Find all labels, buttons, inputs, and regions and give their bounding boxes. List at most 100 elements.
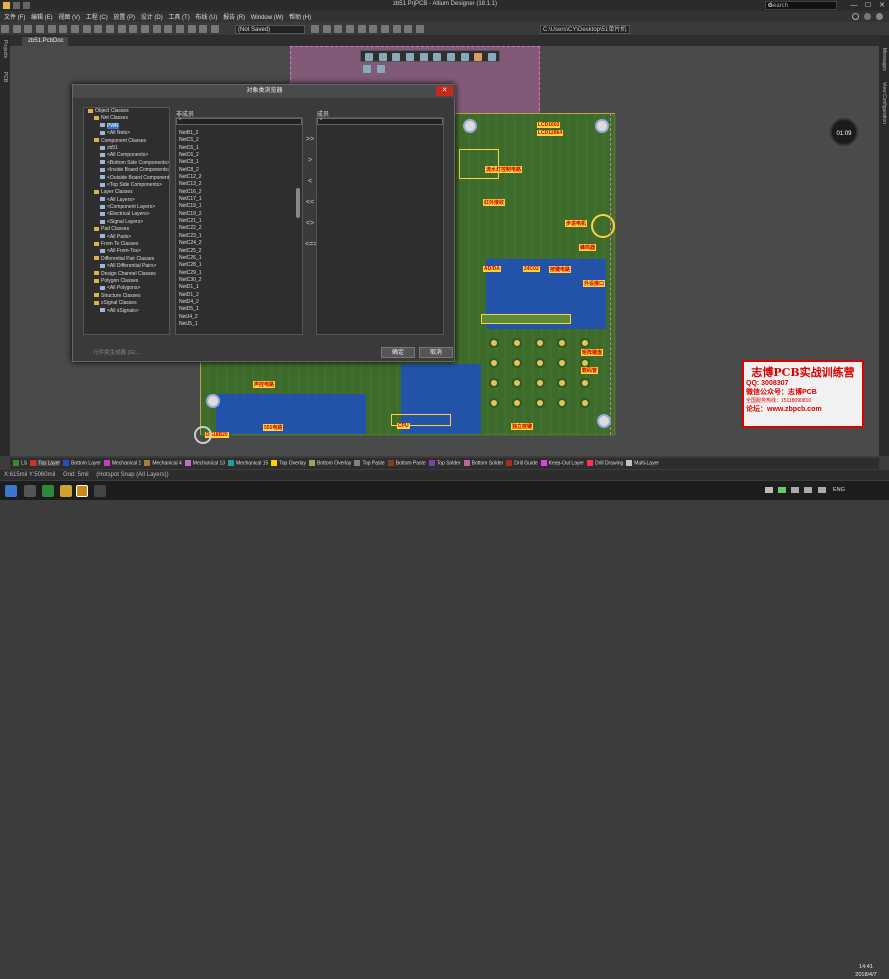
swap-all-button[interactable]: <=>	[305, 240, 317, 249]
via-icon[interactable]	[460, 53, 469, 61]
net-list-item[interactable]: NetC23_1	[176, 233, 302, 240]
zoom-fit-icon[interactable]	[59, 25, 68, 33]
messages-panel-tab[interactable]: Messages	[881, 48, 887, 71]
language-indicator[interactable]: ENG	[833, 487, 845, 493]
board-icon[interactable]	[416, 25, 425, 33]
tray-icon[interactable]	[765, 487, 773, 493]
altium-taskbar-icon[interactable]	[76, 485, 88, 497]
polygon-icon[interactable]	[474, 53, 483, 61]
path-field[interactable]: C:\Users\CY\Desktop\51单片机	[540, 25, 630, 34]
layer-tab[interactable]: LS	[13, 460, 27, 466]
layer-tab[interactable]: Mechanical 15	[228, 460, 268, 466]
new-doc-icon[interactable]	[1, 25, 9, 33]
cancel-button[interactable]: 取消	[419, 347, 453, 358]
tree-folder[interactable]: Differential Pair Classes	[84, 256, 169, 263]
start-icon[interactable]	[5, 485, 17, 497]
save-icon[interactable]	[23, 2, 30, 9]
tree-item[interactable]: zb51	[84, 145, 169, 152]
net-list-item[interactable]: NetD1_1	[176, 284, 302, 291]
layer-tab[interactable]: Mechanical 1	[103, 460, 141, 466]
clear-filter-icon[interactable]	[176, 25, 185, 33]
members-list[interactable]: *	[316, 117, 444, 335]
menu-view[interactable]: 视图 (V)	[58, 12, 80, 21]
save-doc-icon[interactable]	[24, 25, 33, 33]
layer-icon[interactable]	[334, 25, 343, 33]
net-list-item[interactable]: NetC22_2	[176, 225, 302, 232]
tree-folder[interactable]: Component Classes	[84, 138, 169, 145]
layer-tab[interactable]: Top Overlay	[271, 460, 306, 466]
network-icon[interactable]	[791, 487, 799, 493]
layer-tab[interactable]: Drill Guide	[506, 460, 538, 466]
tree-folder[interactable]: Net Classes	[84, 115, 169, 122]
menu-window[interactable]: Window (W)	[251, 15, 284, 21]
menu-project[interactable]: 工程 (C)	[86, 12, 108, 21]
explorer-taskbar-icon[interactable]	[60, 485, 72, 497]
layer-tab[interactable]: Keep-Out Layer	[540, 460, 584, 466]
tree-item[interactable]: <All Pads>	[84, 234, 169, 241]
add-icon[interactable]	[378, 53, 387, 61]
tree-folder[interactable]: Object Classes	[84, 108, 169, 115]
notification-icon[interactable]	[864, 13, 871, 20]
net-list-item[interactable]: NetC24_2	[176, 240, 302, 247]
menu-route[interactable]: 布线 (U)	[195, 12, 217, 21]
swap-button[interactable]: <>	[305, 219, 315, 228]
pcb-panel-tab[interactable]: PCB	[2, 72, 8, 82]
layer-tab[interactable]: Top Paste	[354, 460, 385, 466]
net-list-item[interactable]: NetC13_2	[176, 181, 302, 188]
move-icon[interactable]	[152, 25, 161, 33]
undo-icon[interactable]	[187, 25, 196, 33]
copy-icon[interactable]	[106, 25, 115, 33]
view-configuration-panel-tab[interactable]: View Configuration	[881, 82, 887, 124]
interactive-route-icon[interactable]	[433, 53, 442, 61]
paste-icon[interactable]	[117, 25, 126, 33]
net-list-item[interactable]: NetD5_1	[176, 306, 302, 313]
net-list-item[interactable]: NetC5_2	[176, 137, 302, 144]
net-list-item[interactable]: NetC21_1	[176, 218, 302, 225]
open-doc-icon[interactable]	[12, 25, 21, 33]
print-icon[interactable]	[47, 25, 56, 33]
drc-icon[interactable]	[357, 25, 366, 33]
layer-tab[interactable]: Bottom Layer	[63, 460, 101, 466]
place-component-icon[interactable]	[419, 53, 428, 61]
net-list-item[interactable]: NetJ5_1	[176, 321, 302, 328]
menu-reports[interactable]: 报告 (R)	[223, 12, 245, 21]
net-list-item[interactable]: NetC19_1	[176, 203, 302, 210]
net-list-item[interactable]: NetC28_1	[176, 262, 302, 269]
net-list-item[interactable]: NetC16_2	[176, 189, 302, 196]
save-all-icon[interactable]	[36, 25, 45, 33]
line-icon[interactable]	[363, 65, 371, 73]
tree-item[interactable]: <Bottom Side Components>	[84, 160, 169, 167]
layer-tab[interactable]: Top Layer	[30, 460, 61, 467]
dimension-icon[interactable]	[376, 65, 385, 73]
menu-design[interactable]: 设计 (D)	[141, 12, 163, 21]
dim-icon[interactable]	[404, 25, 413, 33]
wechat-taskbar-icon[interactable]	[42, 485, 54, 497]
zoom-selected-icon[interactable]	[82, 25, 91, 33]
diff-pair-icon[interactable]	[447, 53, 456, 61]
net-list-item[interactable]: NetC30_2	[176, 277, 302, 284]
layer-tab[interactable]: Bottom Overlay	[308, 460, 351, 466]
text-icon[interactable]	[488, 53, 497, 61]
menu-file[interactable]: 文件 (F)	[4, 12, 25, 21]
route-icon[interactable]	[311, 25, 319, 33]
cut-icon[interactable]	[94, 25, 103, 33]
tree-folder[interactable]: From To Classes	[84, 241, 169, 248]
tree-item[interactable]: <Inside Board Components>	[84, 167, 169, 174]
compile-icon[interactable]	[346, 25, 355, 33]
net-list-item[interactable]: NetC19_2	[176, 211, 302, 218]
tree-folder[interactable]: Polygon Classes	[84, 278, 169, 285]
rubber-stamp-icon[interactable]	[129, 25, 138, 33]
net-list-item[interactable]: NetC29_1	[176, 270, 302, 277]
net-list-item[interactable]: NetC12_2	[176, 174, 302, 181]
align-icon[interactable]	[406, 53, 415, 61]
tree-folder[interactable]: Design Channel Classes	[84, 271, 169, 278]
wechat-tray-icon[interactable]	[778, 487, 786, 493]
tree-item[interactable]: <Signal Layers>	[84, 219, 169, 226]
tree-item[interactable]: <All Components>	[84, 152, 169, 159]
task-view-icon[interactable]	[24, 485, 36, 497]
cross-probe-icon[interactable]	[211, 25, 220, 33]
net-list-item[interactable]: NetC26_1	[176, 255, 302, 262]
layer-tab[interactable]: Bottom Solder	[463, 460, 503, 466]
tree-item[interactable]: <All Differential Pairs>	[84, 263, 169, 270]
layer-tab[interactable]: Bottom Paste	[387, 460, 426, 466]
